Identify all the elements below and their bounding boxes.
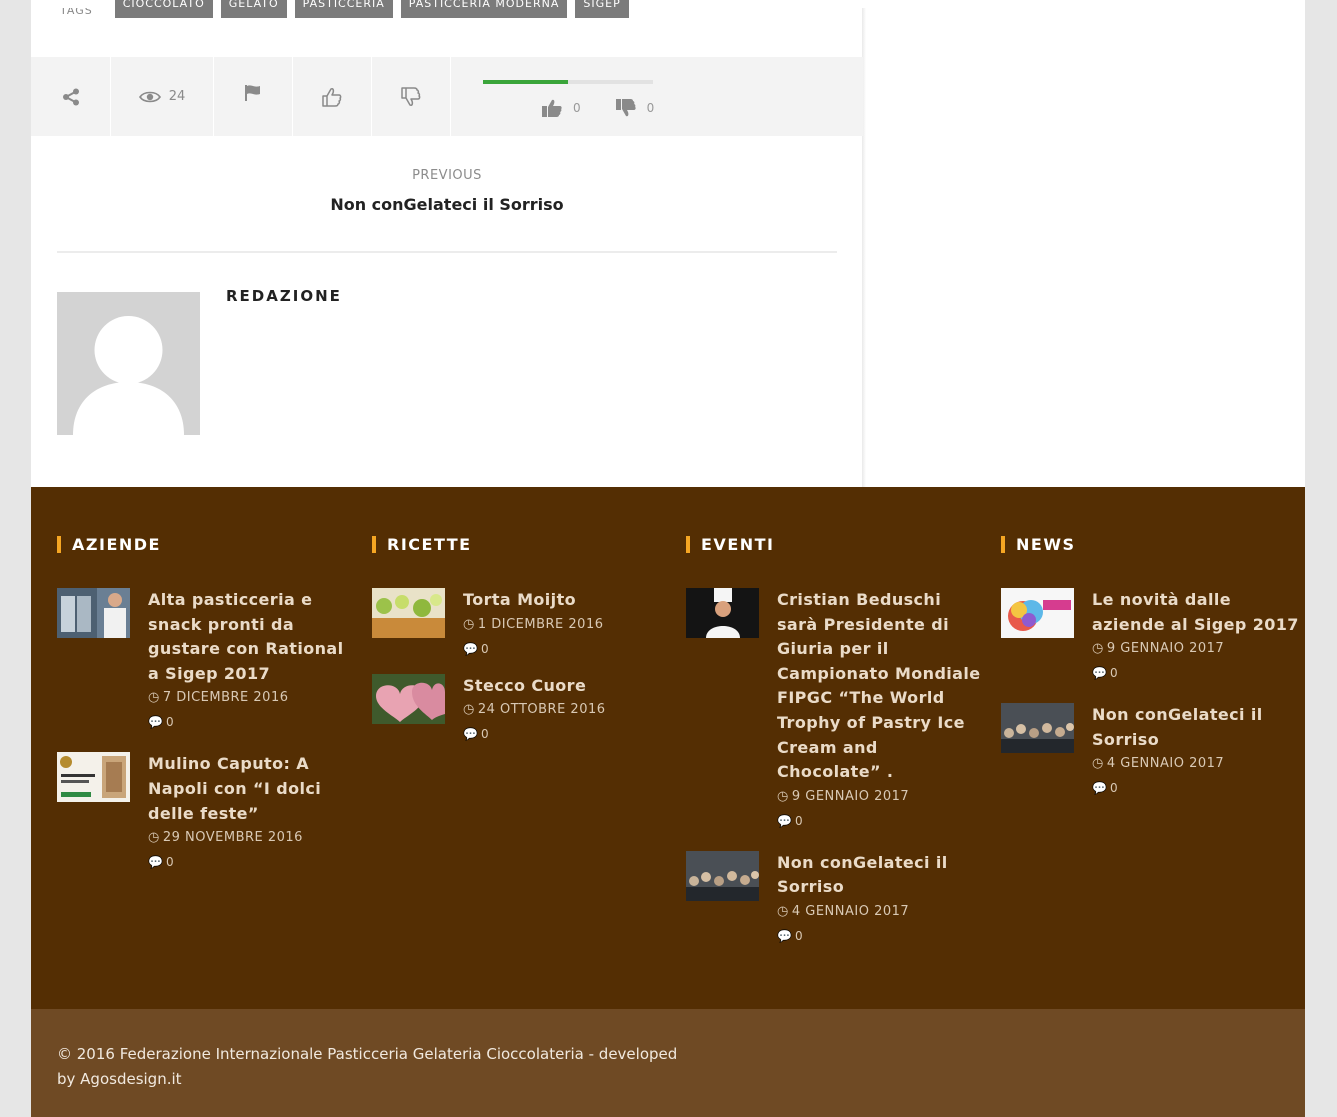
footer-column-title: RICETTE <box>372 532 672 556</box>
comments-icon: 💬 <box>148 855 163 870</box>
dislikes-count: 0 <box>646 101 655 115</box>
post-comments[interactable]: 💬 0 <box>777 924 986 948</box>
post-action-bar: 24 0 0 <box>31 57 863 136</box>
likes-count: 0 <box>573 101 581 115</box>
thumbs-up-icon[interactable] <box>541 98 563 118</box>
rating-widget: 0 0 <box>451 57 863 136</box>
tag-link[interactable]: CIOCCOLATO <box>114 0 213 18</box>
share-icon <box>62 88 79 105</box>
comments-icon: 💬 <box>463 641 478 656</box>
author-avatar <box>57 292 200 435</box>
previous-post-link[interactable]: Non conGelateci il Sorriso <box>31 195 863 214</box>
post-date: ◷ 29 NOVEMBRE 2016 <box>148 826 357 850</box>
post-thumbnail[interactable] <box>57 752 130 803</box>
views-counter: 24 <box>111 57 214 136</box>
thumbs-up-outline-icon <box>322 87 342 107</box>
post-title-link[interactable]: Non conGelateci il Sorriso <box>1092 703 1301 752</box>
post-comments[interactable]: 💬 0 <box>463 637 672 661</box>
post-title-link[interactable]: Non conGelateci il Sorriso <box>777 851 986 900</box>
footer-post[interactable]: Alta pasticceria e snack pronti da gusta… <box>57 588 357 734</box>
post-comments[interactable]: 💬 0 <box>148 850 357 874</box>
comments-icon: 💬 <box>463 727 478 742</box>
comments-icon: 💬 <box>777 928 792 943</box>
post-thumbnail[interactable] <box>372 673 445 724</box>
clock-icon: ◷ <box>463 616 475 632</box>
post-thumbnail[interactable] <box>686 588 759 638</box>
footer-post[interactable]: Cristian Beduschi sarà Presidente di Giu… <box>686 588 986 833</box>
footer-post[interactable]: Stecco Cuore ◷ 24 OTTOBRE 2016 💬 0 <box>372 673 672 747</box>
post-thumbnail[interactable] <box>57 588 130 638</box>
post-title-link[interactable]: Stecco Cuore <box>463 674 672 699</box>
footer-column-aziende: AZIENDE Alta pasticceria e snack pronti … <box>57 532 357 874</box>
user-placeholder-icon <box>73 316 184 435</box>
post-date: ◷ 24 OTTOBRE 2016 <box>463 698 672 722</box>
clock-icon: ◷ <box>148 690 160 706</box>
flag-icon <box>245 84 260 101</box>
share-button[interactable] <box>31 57 111 136</box>
footer-post[interactable]: Non conGelateci il Sorriso ◷ 4 GENNAIO 20… <box>686 850 986 948</box>
post-comments[interactable]: 💬 0 <box>148 710 357 734</box>
footer-column-news: NEWS Le novità dalle aziende al Sigep 20… <box>1001 532 1301 800</box>
post-comments[interactable]: 💬 0 <box>1092 776 1301 800</box>
rating-bar <box>483 80 653 84</box>
post-date: ◷ 9 GENNAIO 2017 <box>1092 637 1301 661</box>
post-title-link[interactable]: Le novità dalle aziende al Sigep 2017 <box>1092 588 1301 637</box>
previous-label: PREVIOUS <box>412 168 482 183</box>
footer-column-title: NEWS <box>1001 532 1301 556</box>
comments-icon: 💬 <box>148 715 163 730</box>
tag-link[interactable]: PASTICCERIA MODERNA <box>400 0 568 18</box>
post-date: ◷ 4 GENNAIO 2017 <box>777 900 986 924</box>
rating-bar-fill <box>483 80 568 84</box>
footer-post[interactable]: Torta Moijto ◷ 1 DICEMBRE 2016 💬 0 <box>372 588 672 661</box>
tags-label: TAGS <box>60 8 93 17</box>
clock-icon: ◷ <box>777 788 789 804</box>
comments-icon: 💬 <box>1092 781 1107 796</box>
rating-counts: 0 0 <box>541 98 654 118</box>
post-tags: TAGS CIOCCOLATO GELATO PASTICCERIA PASTI… <box>60 0 629 18</box>
post-date: ◷ 7 DICEMBRE 2016 <box>148 686 357 710</box>
clock-icon: ◷ <box>1092 756 1104 772</box>
clock-icon: ◷ <box>1092 641 1104 657</box>
footer-column-eventi: EVENTI Cristian Beduschi sarà Presidente… <box>686 532 986 948</box>
post-comments[interactable]: 💬 0 <box>777 809 986 833</box>
tag-link[interactable]: PASTICCERIA <box>294 0 393 18</box>
like-button[interactable] <box>293 57 372 136</box>
eye-icon <box>138 91 161 102</box>
clock-icon: ◷ <box>463 702 475 718</box>
clock-icon: ◷ <box>148 830 160 846</box>
post-thumbnail[interactable] <box>686 850 759 901</box>
dislike-button[interactable] <box>372 57 451 136</box>
post-title-link[interactable]: Torta Moijto <box>463 588 672 613</box>
footer-post[interactable]: Non conGelateci il Sorriso ◷ 4 GENNAIO 20… <box>1001 703 1301 800</box>
post-title-link[interactable]: Alta pasticceria e snack pronti da gusta… <box>148 588 357 686</box>
post-date: ◷ 9 GENNAIO 2017 <box>777 785 986 809</box>
post-comments[interactable]: 💬 0 <box>1092 661 1301 685</box>
author-name[interactable]: REDAZIONE <box>226 287 342 305</box>
post-date: ◷ 4 GENNAIO 2017 <box>1092 752 1301 776</box>
flag-button[interactable] <box>214 57 293 136</box>
thumbs-down-icon[interactable] <box>615 98 637 118</box>
footer-column-ricette: RICETTE Torta Moijto ◷ 1 DICEMBRE 2016 💬 0… <box>372 532 672 746</box>
tag-link[interactable]: GELATO <box>220 0 287 18</box>
post-thumbnail[interactable] <box>1001 588 1074 638</box>
footer-column-title: AZIENDE <box>57 532 357 556</box>
footer-post[interactable]: Mulino Caputo: A Napoli con “I dolci del… <box>57 752 357 874</box>
post-thumbnail[interactable] <box>372 588 445 638</box>
comments-icon: 💬 <box>777 813 792 828</box>
post-comments[interactable]: 💬 0 <box>463 722 672 746</box>
clock-icon: ◷ <box>777 903 789 919</box>
post-title-link[interactable]: Mulino Caputo: A Napoli con “I dolci del… <box>148 752 357 826</box>
thumbs-down-outline-icon <box>401 86 421 106</box>
tag-link[interactable]: SIGEP <box>575 0 629 18</box>
footer-post[interactable]: Le novità dalle aziende al Sigep 2017 ◷ 9… <box>1001 588 1301 685</box>
footer-column-title: EVENTI <box>686 532 986 556</box>
post-title-link[interactable]: Cristian Beduschi sarà Presidente di Giu… <box>777 588 986 785</box>
comments-icon: 💬 <box>1092 666 1107 681</box>
views-count: 24 <box>168 89 186 104</box>
post-date: ◷ 1 DICEMBRE 2016 <box>463 613 672 637</box>
divider <box>57 251 837 253</box>
sidebar-area <box>863 0 1305 487</box>
copyright-text: © 2016 Federazione Internazionale Pastic… <box>57 1045 678 1088</box>
post-thumbnail[interactable] <box>1001 703 1074 754</box>
